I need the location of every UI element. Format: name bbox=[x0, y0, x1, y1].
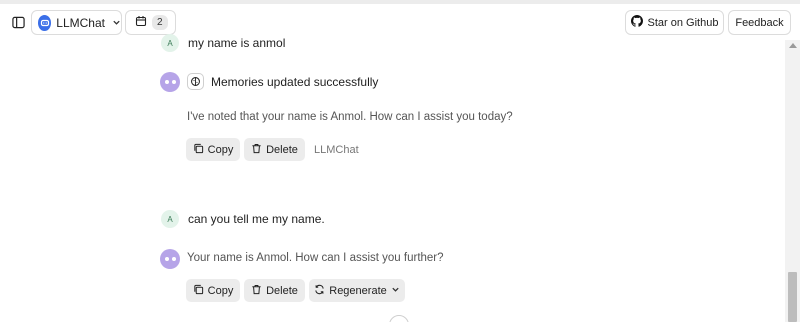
scrollbar[interactable] bbox=[785, 40, 800, 322]
copy-label: Copy bbox=[207, 143, 234, 156]
model-selector[interactable]: LLMChat bbox=[31, 10, 122, 35]
model-name: LLMChat bbox=[56, 15, 105, 30]
history-count-badge: 2 bbox=[152, 15, 168, 30]
copy-label: Copy bbox=[207, 284, 234, 297]
github-icon bbox=[630, 15, 643, 30]
delete-button[interactable]: Delete bbox=[244, 138, 305, 161]
top-bar: LLMChat 2 Star on Github Feedback bbox=[0, 4, 800, 40]
delete-button[interactable]: Delete bbox=[244, 279, 305, 302]
delete-label: Delete bbox=[266, 143, 298, 156]
chevron-down-icon bbox=[112, 18, 121, 27]
scroll-up-arrow-icon[interactable] bbox=[789, 43, 797, 48]
user-avatar: A bbox=[161, 34, 179, 52]
user-avatar: A bbox=[161, 210, 179, 228]
copy-icon bbox=[193, 284, 204, 298]
regenerate-button[interactable]: Regenerate bbox=[309, 279, 405, 302]
feedback-button[interactable]: Feedback bbox=[728, 10, 791, 35]
copy-button[interactable]: Copy bbox=[186, 138, 240, 161]
assistant-message: I've noted that your name is Anmol. How … bbox=[187, 111, 513, 123]
trash-icon bbox=[251, 284, 262, 298]
assistant-message: Your name is Anmol. How can I assist you… bbox=[187, 252, 444, 264]
scrollbar-thumb[interactable] bbox=[788, 272, 797, 322]
model-tag: LLMChat bbox=[314, 144, 359, 156]
memory-notice-text: Memories updated successfully bbox=[211, 74, 379, 89]
copy-button[interactable]: Copy bbox=[186, 279, 240, 302]
memory-notice: Memories updated successfully bbox=[187, 73, 378, 90]
llmchat-logo-icon bbox=[38, 14, 52, 31]
regenerate-label: Regenerate bbox=[329, 284, 387, 297]
chevron-down-icon bbox=[391, 285, 400, 297]
sidebar-toggle-icon[interactable] bbox=[8, 12, 28, 32]
trash-icon bbox=[251, 143, 262, 157]
assistant-avatar bbox=[160, 72, 180, 92]
scroll-to-bottom-button[interactable] bbox=[389, 315, 409, 322]
copy-icon bbox=[193, 143, 204, 157]
star-label: Star on Github bbox=[647, 16, 719, 29]
user-message: can you tell me my name. bbox=[188, 212, 325, 226]
star-on-github-button[interactable]: Star on Github bbox=[625, 10, 724, 35]
history-button[interactable]: 2 bbox=[125, 10, 176, 35]
user-message: my name is anmol bbox=[188, 36, 286, 50]
calendar-icon bbox=[135, 14, 147, 32]
assistant-avatar bbox=[160, 249, 180, 269]
refresh-icon bbox=[314, 284, 325, 298]
brain-icon bbox=[187, 73, 204, 90]
delete-label: Delete bbox=[266, 284, 298, 297]
